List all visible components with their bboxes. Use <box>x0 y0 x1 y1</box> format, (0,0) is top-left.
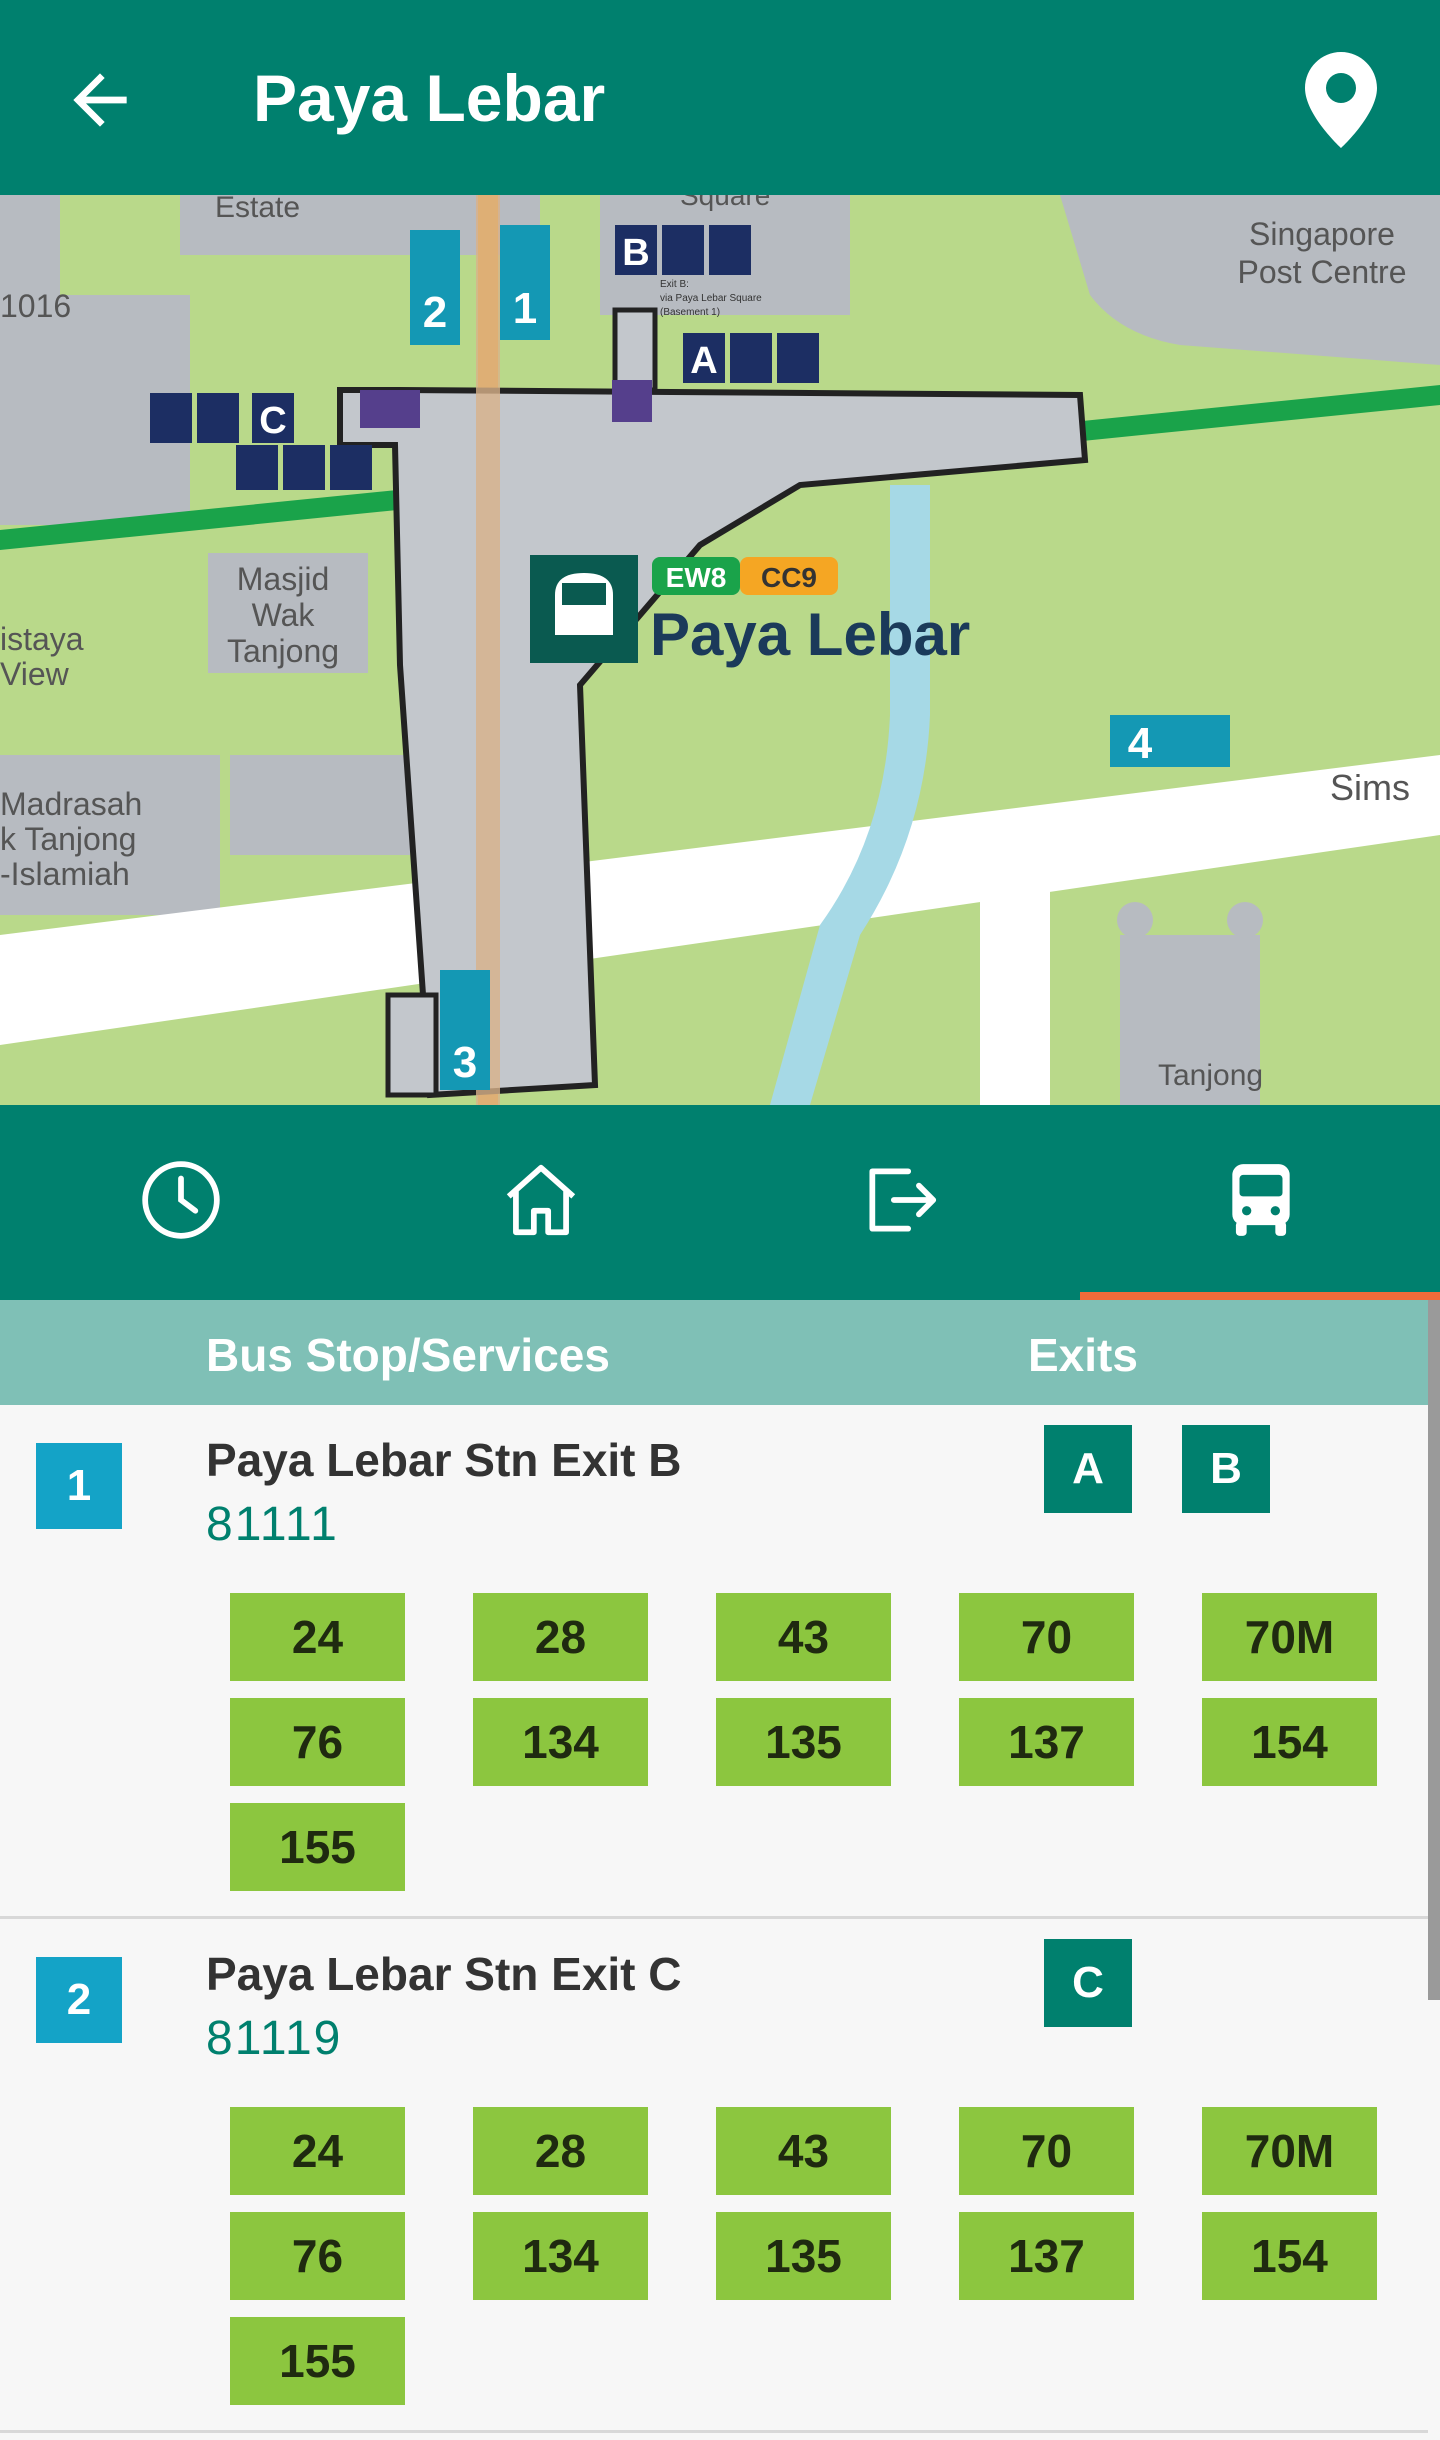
bus-service-button[interactable]: 70 <box>959 2107 1134 2195</box>
bus-stop-code: 81111 <box>206 1498 339 1551</box>
tab-bar <box>0 1105 1440 1300</box>
svg-text:Post Centre: Post Centre <box>1238 254 1407 290</box>
svg-text:Wak: Wak <box>252 597 316 633</box>
bus-stop-name: Paya Lebar Stn Exit B <box>206 1434 682 1486</box>
station-map[interactable]: 2 1 3 4 B A C Exit B: via Paya Lebar Squ… <box>0 195 1440 1105</box>
back-button[interactable] <box>60 60 140 140</box>
bus-icon <box>1232 1164 1290 1236</box>
bus-service-button[interactable]: 134 <box>473 2212 648 2300</box>
bus-service-button[interactable]: 135 <box>716 2212 891 2300</box>
bus-service-button[interactable]: 155 <box>230 1803 405 1891</box>
svg-text:2: 2 <box>423 288 447 337</box>
location-button[interactable] <box>1305 50 1377 150</box>
bus-service-button[interactable]: 70 <box>959 1593 1134 1681</box>
bus-service-button[interactable]: 137 <box>959 2212 1134 2300</box>
bus-service-button[interactable]: 28 <box>473 2107 648 2195</box>
bus-service-button[interactable]: 70M <box>1202 1593 1377 1681</box>
selected-tab-indicator <box>1080 1292 1440 1300</box>
svg-text:via Paya Lebar Square: via Paya Lebar Square <box>660 293 762 304</box>
svg-text:4: 4 <box>1128 719 1153 768</box>
station-map-drawing: 2 1 3 4 B A C Exit B: via Paya Lebar Squ… <box>0 195 1440 1105</box>
svg-text:3: 3 <box>453 1038 477 1087</box>
tab-exits[interactable] <box>720 1105 1080 1300</box>
svg-text:Estate: Estate <box>215 195 300 224</box>
list-header: Bus Stop/Services Exits <box>0 1300 1428 1405</box>
svg-text:View: View <box>0 656 70 692</box>
svg-text:Tanjong: Tanjong <box>1158 1059 1263 1092</box>
bus-services: 24 28 43 70 70M 76 134 135 137 154 155 <box>230 2107 1390 2405</box>
exit-badge[interactable]: A <box>1044 1425 1132 1513</box>
svg-text:A: A <box>690 340 717 382</box>
svg-text:Tanjong: Tanjong <box>227 633 339 669</box>
bus-service-button[interactable]: 154 <box>1202 1698 1377 1786</box>
bus-stop-item[interactable]: 1 Paya Lebar Stn Exit B 81111 A B 24 28 43 70 70M… <box>0 1405 1428 1919</box>
scrollbar[interactable] <box>1428 1300 1440 2000</box>
svg-text:Singapore: Singapore <box>1249 216 1395 252</box>
bus-service-button[interactable]: 154 <box>1202 2212 1377 2300</box>
exit-badge[interactable]: C <box>1044 1939 1132 2027</box>
home-icon <box>506 1164 576 1236</box>
bus-stop-list[interactable]: 1 Paya Lebar Stn Exit B 81111 A B 24 28 43 70 70M… <box>0 1405 1428 2440</box>
svg-text:Paya Lebar: Paya Lebar <box>650 601 970 668</box>
bus-stop-name: Paya Lebar Stn Exit C <box>206 1948 682 2000</box>
svg-text:k Tanjong: k Tanjong <box>0 821 136 857</box>
svg-text:1016: 1016 <box>0 288 71 324</box>
clock-icon <box>142 1161 220 1239</box>
exits-column-header: Exits <box>1028 1329 1138 1381</box>
bus-service-button[interactable]: 155 <box>230 2317 405 2405</box>
bus-service-button[interactable]: 24 <box>230 2107 405 2195</box>
app-bar: Paya Lebar <box>0 0 1440 195</box>
bus-stop-index: 1 <box>36 1443 122 1529</box>
bus-service-button[interactable]: 24 <box>230 1593 405 1681</box>
svg-text:CC9: CC9 <box>761 562 817 593</box>
bus-service-button[interactable]: 134 <box>473 1698 648 1786</box>
bus-service-button[interactable]: 43 <box>716 2107 891 2195</box>
svg-text:Sims: Sims <box>1330 767 1410 808</box>
exit-badges: C <box>1044 1939 1132 2027</box>
svg-text:(Basement 1): (Basement 1) <box>660 307 720 318</box>
bus-stop-item[interactable]: 2 Paya Lebar Stn Exit C 81119 C 24 28 43 70 70M 7… <box>0 1919 1428 2433</box>
bus-service-button[interactable]: 76 <box>230 1698 405 1786</box>
svg-text:Masjid: Masjid <box>237 561 329 597</box>
tab-station-info[interactable] <box>360 1105 720 1300</box>
page-title: Paya Lebar <box>253 61 606 135</box>
svg-text:C: C <box>259 400 286 442</box>
bus-service-button[interactable]: 135 <box>716 1698 891 1786</box>
bus-service-button[interactable]: 137 <box>959 1698 1134 1786</box>
svg-text:B: B <box>622 232 649 274</box>
bus-service-button[interactable]: 70M <box>1202 2107 1377 2195</box>
bus-service-button[interactable]: 43 <box>716 1593 891 1681</box>
svg-text:1: 1 <box>513 284 537 333</box>
map-pin-icon <box>1305 52 1377 148</box>
tab-schedule[interactable] <box>0 1105 360 1300</box>
bus-stop-index: 2 <box>36 1957 122 2043</box>
svg-text:Exit B:: Exit B: <box>660 279 689 290</box>
arrow-left-icon <box>73 73 127 127</box>
svg-text:Madrasah: Madrasah <box>0 786 142 822</box>
exit-badges: AB <box>1044 1425 1270 1513</box>
svg-text:-Islamiah: -Islamiah <box>0 856 130 892</box>
exit-icon <box>869 1168 937 1232</box>
bus-services: 24 28 43 70 70M 76 134 135 137 154 155 <box>230 1593 1390 1891</box>
exit-badge[interactable]: B <box>1182 1425 1270 1513</box>
svg-text:Square: Square <box>680 195 770 211</box>
svg-text:EW8: EW8 <box>666 562 727 593</box>
bus-stop-code: 81119 <box>206 2012 343 2065</box>
stop-column-header: Bus Stop/Services <box>206 1329 610 1381</box>
bus-service-button[interactable]: 76 <box>230 2212 405 2300</box>
tab-bus[interactable] <box>1080 1105 1440 1300</box>
bus-service-button[interactable]: 28 <box>473 1593 648 1681</box>
svg-text:istaya: istaya <box>0 621 84 657</box>
